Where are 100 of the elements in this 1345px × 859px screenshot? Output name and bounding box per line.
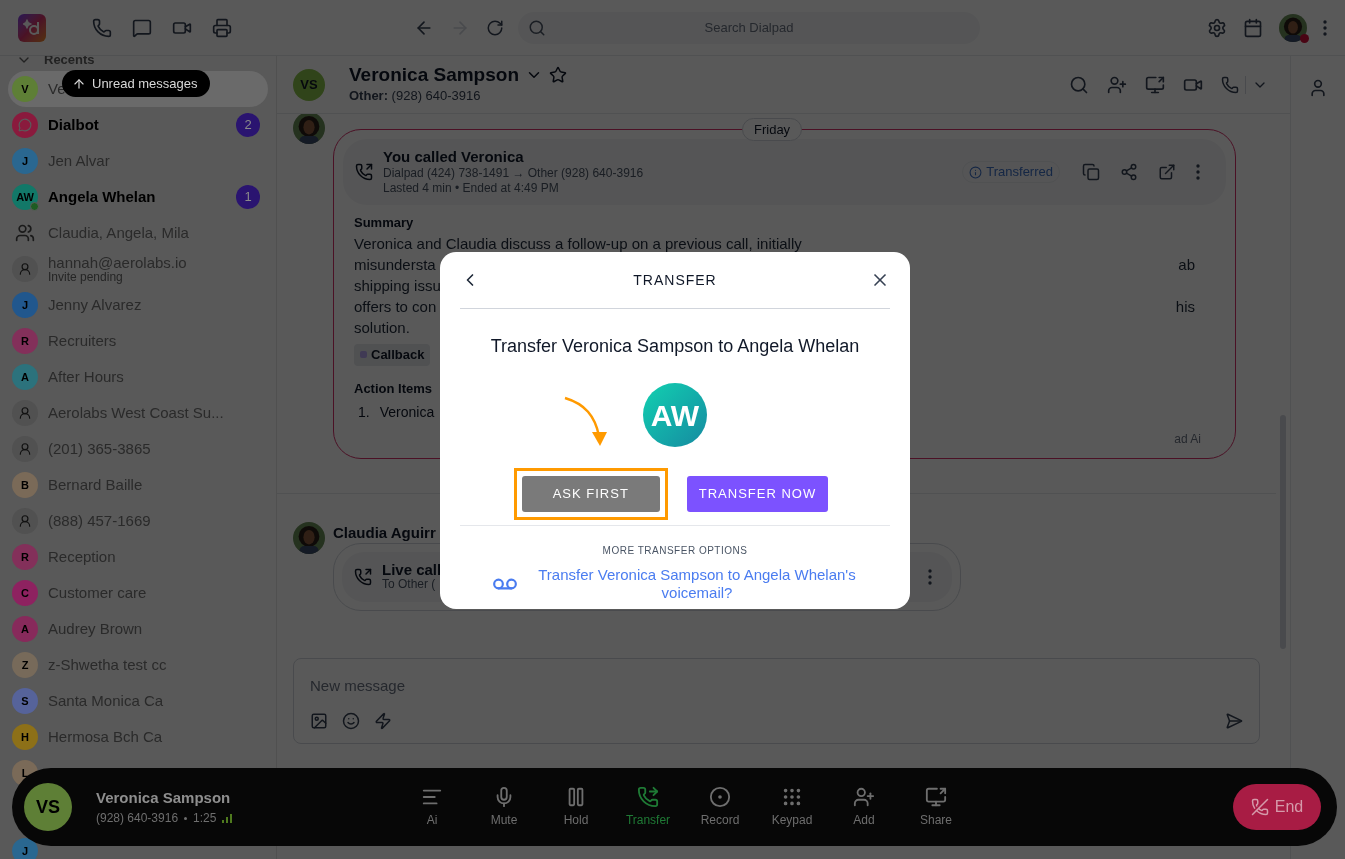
avatar: B xyxy=(12,472,38,498)
tag: Callback xyxy=(354,343,431,366)
share-screen-icon xyxy=(925,785,947,808)
sidebar-item[interactable]: AW Angela Whelan 1 xyxy=(8,179,268,215)
avatar: R xyxy=(12,544,38,570)
print-button[interactable] xyxy=(212,17,232,38)
call-control[interactable]: Share xyxy=(900,785,972,829)
add-person-button[interactable] xyxy=(1107,74,1127,95)
date-chip: Friday xyxy=(742,118,803,141)
section-label: MORE TRANSFER OPTIONS xyxy=(602,544,748,558)
pointer-arrow xyxy=(563,396,609,448)
avatar: Z xyxy=(12,652,38,678)
call-control[interactable]: Record xyxy=(684,785,756,829)
summary-text: solution. xyxy=(354,317,410,338)
end-call-button[interactable]: End xyxy=(1233,784,1321,830)
section-title: Summary xyxy=(354,214,415,232)
more-icon xyxy=(1196,164,1200,180)
avatar: J xyxy=(12,292,38,318)
caller-avatar: VS xyxy=(24,783,72,831)
section-title: Action Items xyxy=(354,379,433,398)
call-timer: 1:25 xyxy=(193,810,217,828)
call-details: To Other ( xyxy=(382,577,437,592)
call-control[interactable]: Transfer xyxy=(612,785,684,829)
hang-up-icon xyxy=(1250,798,1269,816)
record-icon xyxy=(709,785,731,808)
image-button[interactable] xyxy=(310,711,328,730)
caller-name: Veronica Sampson xyxy=(96,787,232,808)
call-control[interactable]: Ai xyxy=(396,785,468,829)
summary-text: Veronica and Claudia discuss a follow-up on a previous call, initially xyxy=(354,233,802,254)
app-logo[interactable] xyxy=(18,13,46,42)
avatar: S xyxy=(12,688,38,714)
contact-name: Veronica Sampson xyxy=(349,63,519,86)
phone-button[interactable] xyxy=(92,17,112,38)
refresh-button[interactable] xyxy=(486,18,504,37)
contact-avatar: VS xyxy=(293,68,325,101)
contact-name: Angela Whelan xyxy=(48,189,156,205)
more-button[interactable] xyxy=(928,569,932,585)
call-control[interactable]: Hold xyxy=(540,785,612,829)
action-item-text: Veronica xyxy=(379,403,435,422)
sidebar-item[interactable]: Dialbot 2 xyxy=(8,107,268,143)
avatar: H xyxy=(12,724,38,750)
sidebar-item[interactable]: J xyxy=(8,833,268,859)
more-button[interactable] xyxy=(1323,19,1327,36)
call-details: Lasted 4 min • Ended at 4:49 PM xyxy=(383,181,560,196)
avatar: AW xyxy=(12,184,38,210)
more-icon xyxy=(1323,19,1327,36)
contact-info-button[interactable] xyxy=(1308,78,1328,98)
more-icon xyxy=(928,569,932,585)
search-icon xyxy=(528,18,546,37)
avatar: V xyxy=(12,76,38,102)
call-title: You called Veronica xyxy=(383,148,525,166)
add-person-icon xyxy=(853,785,875,808)
star-icon[interactable] xyxy=(549,65,567,84)
lightning-button[interactable] xyxy=(374,711,392,730)
share-button[interactable] xyxy=(1120,163,1138,181)
avatar: J xyxy=(12,148,38,174)
send-button[interactable] xyxy=(1225,711,1243,730)
sender-name: Claudia Aguirr xyxy=(333,523,436,543)
avatar: R xyxy=(12,328,38,354)
avatar: C xyxy=(12,580,38,606)
avatar: J xyxy=(12,838,38,859)
group-icon xyxy=(15,223,35,243)
voicemail-transfer-link[interactable]: Transfer Veronica Sampson to Angela Whelan's voicemail? xyxy=(536,566,858,602)
avatar: A xyxy=(12,364,38,390)
transfer-option-button[interactable]: ASK FIRST xyxy=(521,476,660,512)
recipient-avatar: AW xyxy=(643,383,707,447)
summary-text: offers to con xyxy=(354,296,437,317)
summary-text: shipping issu xyxy=(354,275,441,296)
dialog-heading: Transfer Veronica Sampson to Angela Whelan xyxy=(490,335,860,358)
contact-number: Other: (928) 640-3916 xyxy=(349,86,482,105)
more-button[interactable] xyxy=(1196,163,1200,181)
call-title: Live call xyxy=(382,562,442,577)
summary-text: ab xyxy=(1178,254,1195,275)
summary-text: his xyxy=(1175,296,1195,317)
call-control[interactable]: Keypad xyxy=(756,785,828,829)
transfer-icon xyxy=(637,785,659,808)
caller-number: (928) 640-3916 xyxy=(96,810,179,828)
share-screen-button[interactable] xyxy=(1145,74,1165,95)
copy-button[interactable] xyxy=(1082,163,1100,181)
settings-button[interactable] xyxy=(1207,17,1227,38)
dialog-title: TRANSFER xyxy=(632,270,718,290)
outgoing-call-icon xyxy=(355,163,373,181)
transfer-option-button[interactable]: TRANSFER NOW xyxy=(686,476,829,512)
avatar: A xyxy=(12,616,38,642)
person-avatar xyxy=(12,400,38,426)
open-external-button[interactable] xyxy=(1158,163,1176,181)
chat-button[interactable] xyxy=(132,17,152,38)
search-button[interactable] xyxy=(1069,74,1089,95)
unread-count: 1 xyxy=(236,185,260,209)
item-number: 1. xyxy=(358,403,370,422)
person-avatar xyxy=(12,256,38,282)
call-control[interactable]: Add xyxy=(828,785,900,829)
emoji-button[interactable] xyxy=(342,711,360,730)
call-button[interactable] xyxy=(1221,75,1239,94)
call-control[interactable]: Mute xyxy=(468,785,540,829)
calendar-button[interactable] xyxy=(1243,17,1263,38)
call-route: Dialpad (424) 738-1491 → Other (928) 640-3916 xyxy=(383,166,644,181)
person-avatar xyxy=(12,436,38,462)
signal-icon xyxy=(222,813,233,823)
person-avatar xyxy=(12,508,38,534)
